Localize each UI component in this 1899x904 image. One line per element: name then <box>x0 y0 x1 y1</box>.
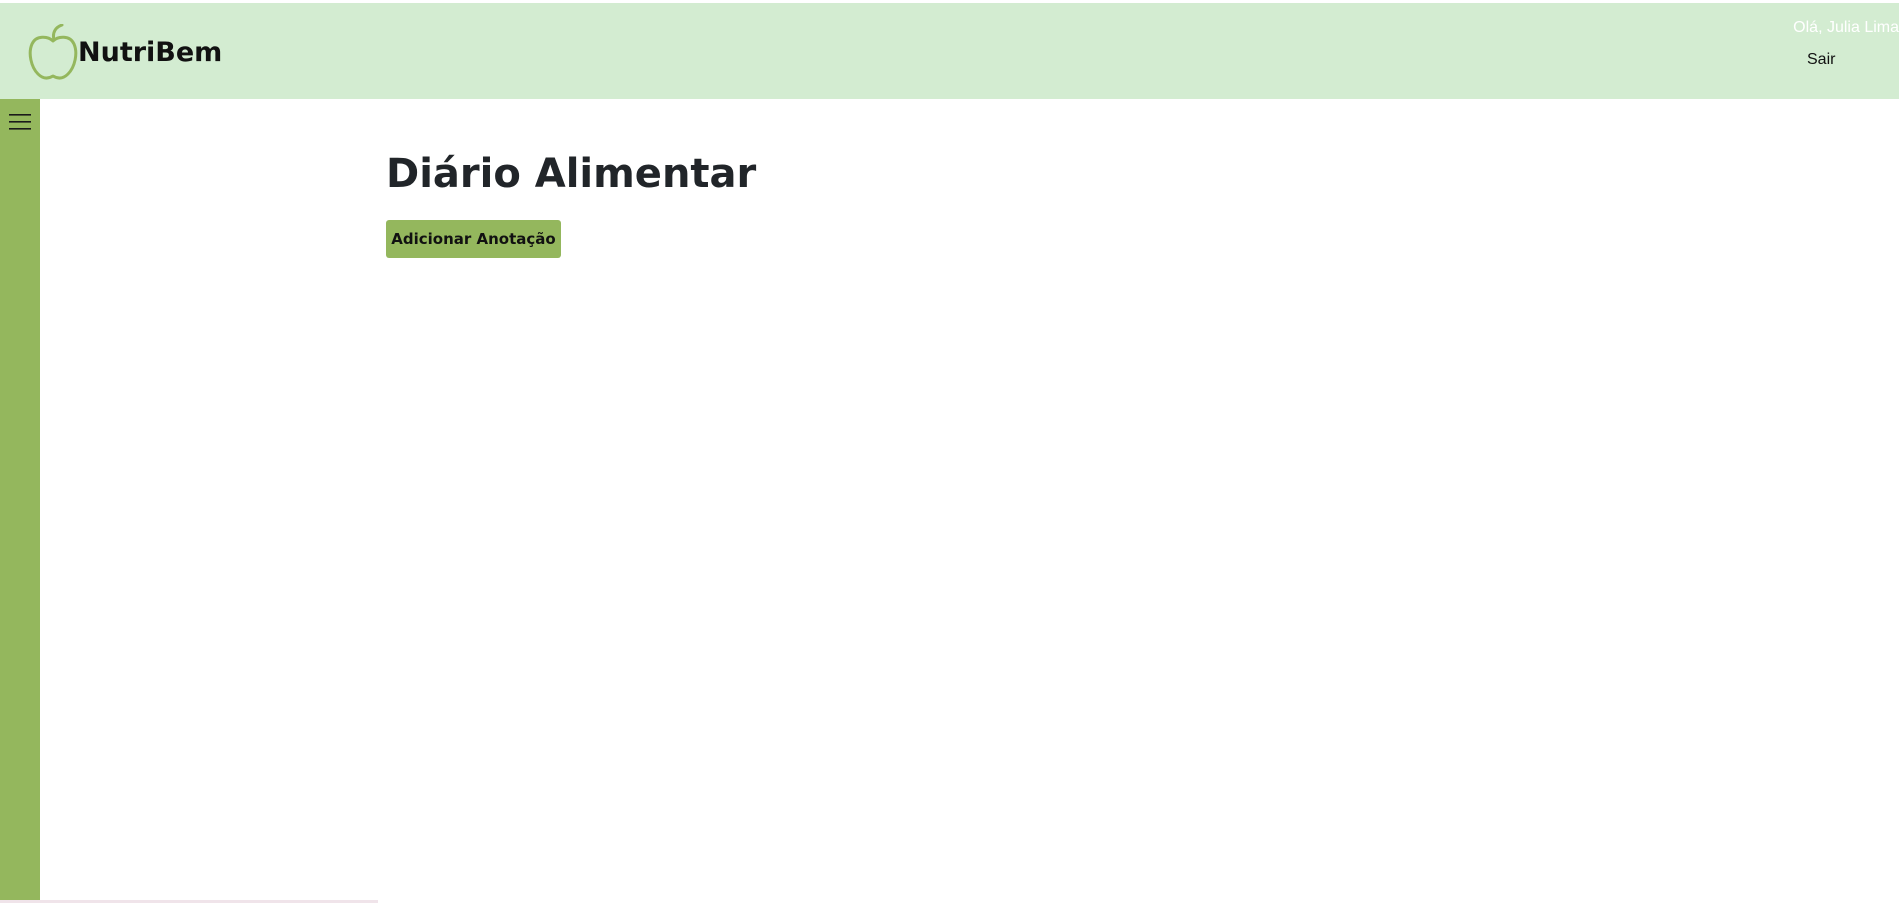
add-note-button[interactable]: Adicionar Anotação <box>386 220 561 258</box>
brand-name: NutriBem <box>78 36 223 68</box>
main-content: Diário Alimentar Adicionar Anotação <box>386 148 757 258</box>
page-title: Diário Alimentar <box>386 151 757 197</box>
sidebar <box>0 99 40 901</box>
bottom-divider <box>0 900 378 903</box>
apple-outline-icon <box>28 24 78 80</box>
user-greeting: Olá, Julia Lima <box>1793 19 1899 36</box>
logout-link[interactable]: Sair <box>1807 51 1835 69</box>
top-header: NutriBem Olá, Julia Lima Sair <box>0 3 1899 99</box>
brand[interactable]: NutriBem <box>28 23 222 81</box>
hamburger-menu-icon[interactable] <box>9 112 31 132</box>
app-page: NutriBem Olá, Julia Lima Sair Diário Ali… <box>0 0 1899 904</box>
